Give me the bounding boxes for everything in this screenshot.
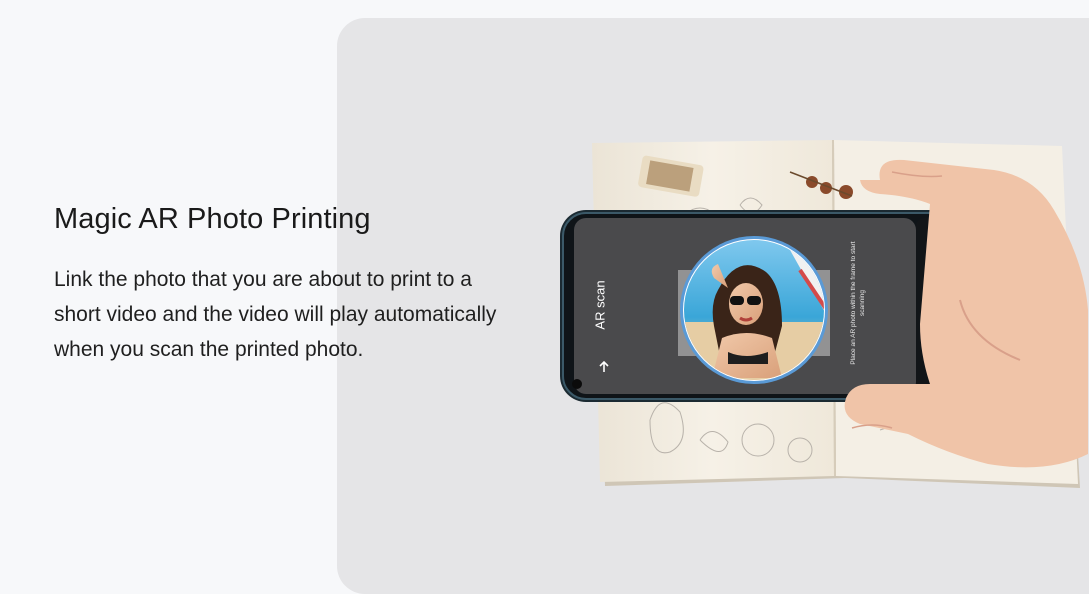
smartphone — [560, 210, 958, 402]
ar-phone-illustration: big pink fl to — [560, 139, 1088, 488]
ar-scan-title: AR scan — [592, 280, 608, 330]
front-camera-icon — [572, 379, 582, 389]
ar-scan-hint: Place an AR photo within the frame to st… — [850, 241, 866, 365]
